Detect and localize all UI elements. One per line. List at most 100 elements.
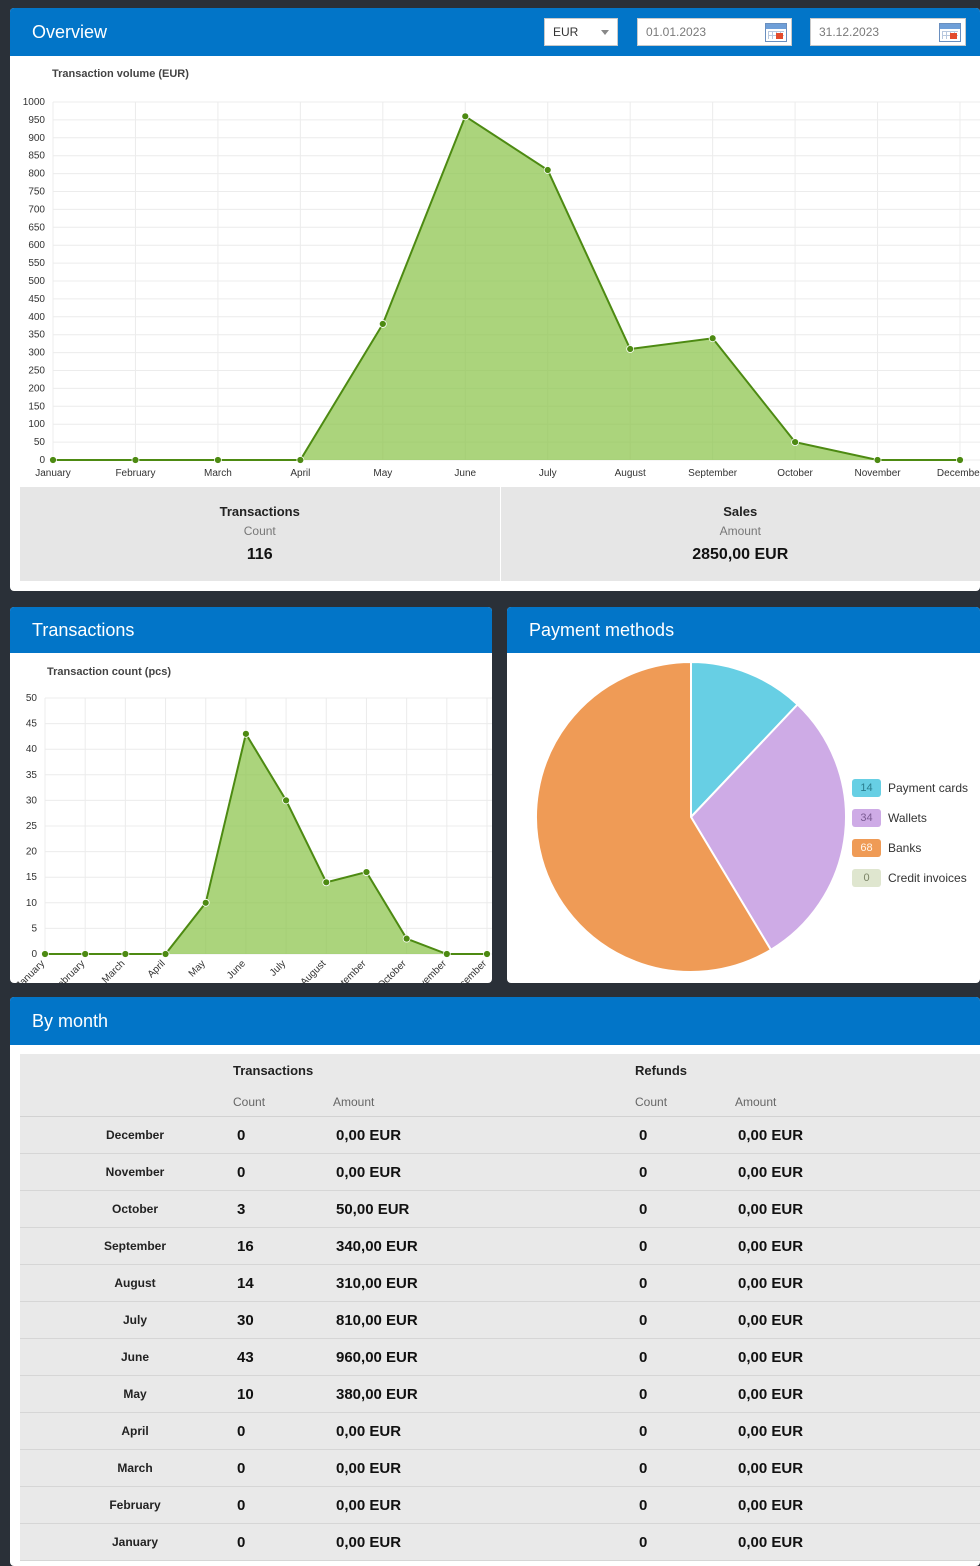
data-point[interactable] (483, 950, 491, 958)
calendar-icon[interactable] (939, 23, 961, 42)
table-row: December 0 0,00 EUR 0 0,00 EUR (20, 1117, 980, 1154)
legend-item-banks[interactable]: 68 Banks (852, 833, 968, 863)
transactions-count-cell: 30 (237, 1311, 254, 1329)
pie-legend: 14 Payment cards 34 Wallets 68 Banks 0 C… (852, 773, 968, 893)
refunds-amount-cell: 0,00 EUR (738, 1163, 804, 1181)
y-tick-label: 20 (26, 847, 38, 858)
refunds-amount-cell: 0,00 EUR (738, 1533, 804, 1551)
refunds-amount-cell: 0,00 EUR (738, 1200, 804, 1218)
month-cell: April (121, 1424, 149, 1438)
x-tick-label: July (268, 958, 288, 978)
transactions-amount-cell: 0,00 EUR (336, 1459, 402, 1477)
stat-subtitle: Amount (719, 524, 761, 538)
refunds-count-cell: 0 (639, 1385, 648, 1403)
date-to-field[interactable]: 31.12.2023 (810, 18, 966, 46)
data-point[interactable] (626, 345, 635, 353)
x-tick-label: April (290, 468, 310, 479)
date-from-value: 01.01.2023 (646, 25, 707, 39)
data-point[interactable] (378, 320, 387, 328)
month-cell: December (105, 1128, 165, 1142)
table-row: February 0 0,00 EUR 0 0,00 EUR (20, 1487, 980, 1524)
legend-item-credit-invoices[interactable]: 0 Credit invoices (852, 863, 968, 893)
data-point[interactable] (296, 456, 305, 464)
y-tick-label: 15 (26, 872, 38, 883)
data-point[interactable] (242, 729, 250, 738)
count-chart-title: Transaction count (pcs) (47, 666, 171, 678)
data-point[interactable] (708, 334, 717, 343)
transactions-count-cell: 10 (237, 1385, 254, 1403)
data-point[interactable] (201, 898, 210, 907)
table-group-header: Transactions Refunds (20, 1054, 980, 1087)
stat-transactions: Transactions Count 116 (20, 487, 500, 581)
y-tick-label: 1000 (23, 97, 46, 108)
month-cell: September (103, 1239, 167, 1253)
data-point[interactable] (461, 112, 470, 121)
transactions-count-cell: 16 (237, 1237, 254, 1255)
legend-count: 14 (852, 779, 881, 797)
transactions-amount-cell: 0,00 EUR (336, 1422, 402, 1440)
y-tick-label: 45 (26, 719, 38, 730)
y-tick-label: 500 (28, 276, 45, 287)
refunds-count-cell: 0 (639, 1200, 648, 1218)
y-tick-label: 750 (28, 187, 45, 198)
transactions-count-cell: 0 (237, 1163, 246, 1181)
refunds-amount-cell: 0,00 EUR (738, 1348, 804, 1366)
overview-panel: Overview EUR 01.01.2023 31.12.2023 Trans… (10, 8, 980, 591)
x-tick-label: December (937, 468, 980, 479)
date-from-field[interactable]: 01.01.2023 (637, 18, 792, 46)
transactions-amount-cell: 50,00 EUR (336, 1200, 410, 1218)
legend-item-wallets[interactable]: 34 Wallets (852, 803, 968, 833)
data-point[interactable] (121, 950, 130, 958)
transactions-count-cell: 0 (237, 1459, 246, 1477)
refunds-count-cell: 0 (639, 1126, 648, 1144)
legend-label: Credit invoices (888, 871, 967, 885)
data-point[interactable] (81, 950, 90, 958)
refunds-count-cell: 0 (639, 1422, 648, 1440)
data-point[interactable] (956, 456, 964, 464)
table-row: January 0 0,00 EUR 0 0,00 EUR (20, 1524, 980, 1561)
legend-label: Payment cards (888, 781, 969, 795)
group-transactions: Transactions (233, 1063, 314, 1078)
data-point[interactable] (442, 950, 451, 958)
x-tick-label: March (100, 958, 127, 983)
refunds-amount-cell: 0,00 EUR (738, 1274, 804, 1292)
currency-select[interactable]: EUR (544, 18, 618, 46)
data-point[interactable] (873, 456, 882, 464)
refunds-count-cell: 0 (639, 1274, 648, 1292)
data-point[interactable] (131, 456, 140, 464)
y-tick-label: 700 (28, 204, 45, 215)
data-point[interactable] (402, 934, 411, 943)
y-tick-label: 250 (28, 366, 45, 377)
data-point[interactable] (362, 868, 371, 876)
legend-count: 68 (852, 839, 881, 857)
data-point[interactable] (543, 166, 552, 174)
data-point[interactable] (791, 438, 799, 447)
series-area (53, 116, 960, 460)
legend-count: 0 (852, 869, 881, 887)
col-refunds-amount: Amount (735, 1094, 777, 1109)
legend-item-payment-cards[interactable]: 14 Payment cards (852, 773, 968, 803)
month-cell: January (111, 1535, 159, 1549)
data-point[interactable] (161, 950, 170, 958)
data-point[interactable] (282, 796, 290, 805)
data-point[interactable] (49, 456, 57, 464)
table-column-header: Count Amount Count Amount (20, 1087, 980, 1117)
stat-value: 2850,00 EUR (692, 546, 789, 563)
data-point[interactable] (41, 950, 49, 958)
transactions-count-cell: 3 (237, 1200, 246, 1218)
refunds-count-cell: 0 (639, 1311, 648, 1329)
count-chart: Transaction count (pcs) 0 5 10 15 20 25 30 35 40… (14, 666, 492, 983)
data-point[interactable] (214, 456, 222, 464)
y-tick-label: 900 (28, 133, 45, 144)
stat-title: Transactions (219, 504, 300, 519)
volume-chart-title: Transaction volume (EUR) (52, 68, 189, 80)
table-body: December 0 0,00 EUR 0 0,00 EUR November 0 0,00 … (20, 1117, 980, 1561)
x-tick-label: June (454, 468, 476, 479)
calendar-icon[interactable] (765, 23, 787, 42)
overview-title: Overview (32, 21, 108, 42)
refunds-amount-cell: 0,00 EUR (738, 1459, 804, 1477)
transactions-amount-cell: 340,00 EUR (336, 1237, 418, 1255)
currency-value: EUR (553, 25, 579, 39)
data-point[interactable] (322, 878, 331, 887)
month-cell: March (117, 1461, 153, 1475)
